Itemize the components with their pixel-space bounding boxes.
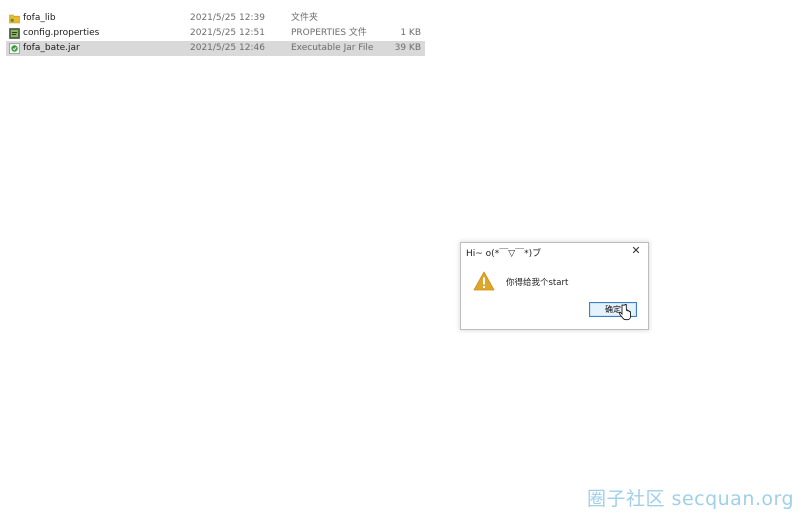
folder-icon [9,13,20,24]
file-type: PROPERTIES 文件 [291,28,367,38]
jar-file-icon [9,43,20,54]
close-icon[interactable]: ✕ [630,245,642,257]
file-type: 文件夹 [291,13,319,23]
dialog-title: Hi~ o(*￣▽￣*)ブ [466,249,542,259]
dialog-message: 你得给我个start [506,278,569,288]
file-size: 1 KB [400,28,421,38]
column-header-strip [0,0,425,6]
mouse-cursor-icon [618,303,631,322]
file-date: 2021/5/25 12:51 [190,28,265,38]
file-row-fofa-bate-jar[interactable]: fofa_bate.jar 2021/5/25 12:46 Executable… [6,41,425,56]
file-row-fofa-lib[interactable]: fofa_lib 2021/5/25 12:39 文件夹 [6,11,425,26]
file-name: fofa_lib [23,13,56,23]
file-date: 2021/5/25 12:39 [190,13,265,23]
warning-icon [473,271,495,291]
file-size: 39 KB [394,43,421,53]
file-list: fofa_lib 2021/5/25 12:39 文件夹 config.prop… [6,11,425,56]
file-name: config.properties [23,28,100,38]
file-row-config-properties[interactable]: config.properties 2021/5/25 12:51 PROPER… [6,26,425,41]
watermark-text: 圈子社区 secquan.org [587,488,795,510]
file-date: 2021/5/25 12:46 [190,43,265,53]
file-name: fofa_bate.jar [23,43,80,53]
properties-file-icon [9,28,20,39]
file-type: Executable Jar File [291,43,374,53]
